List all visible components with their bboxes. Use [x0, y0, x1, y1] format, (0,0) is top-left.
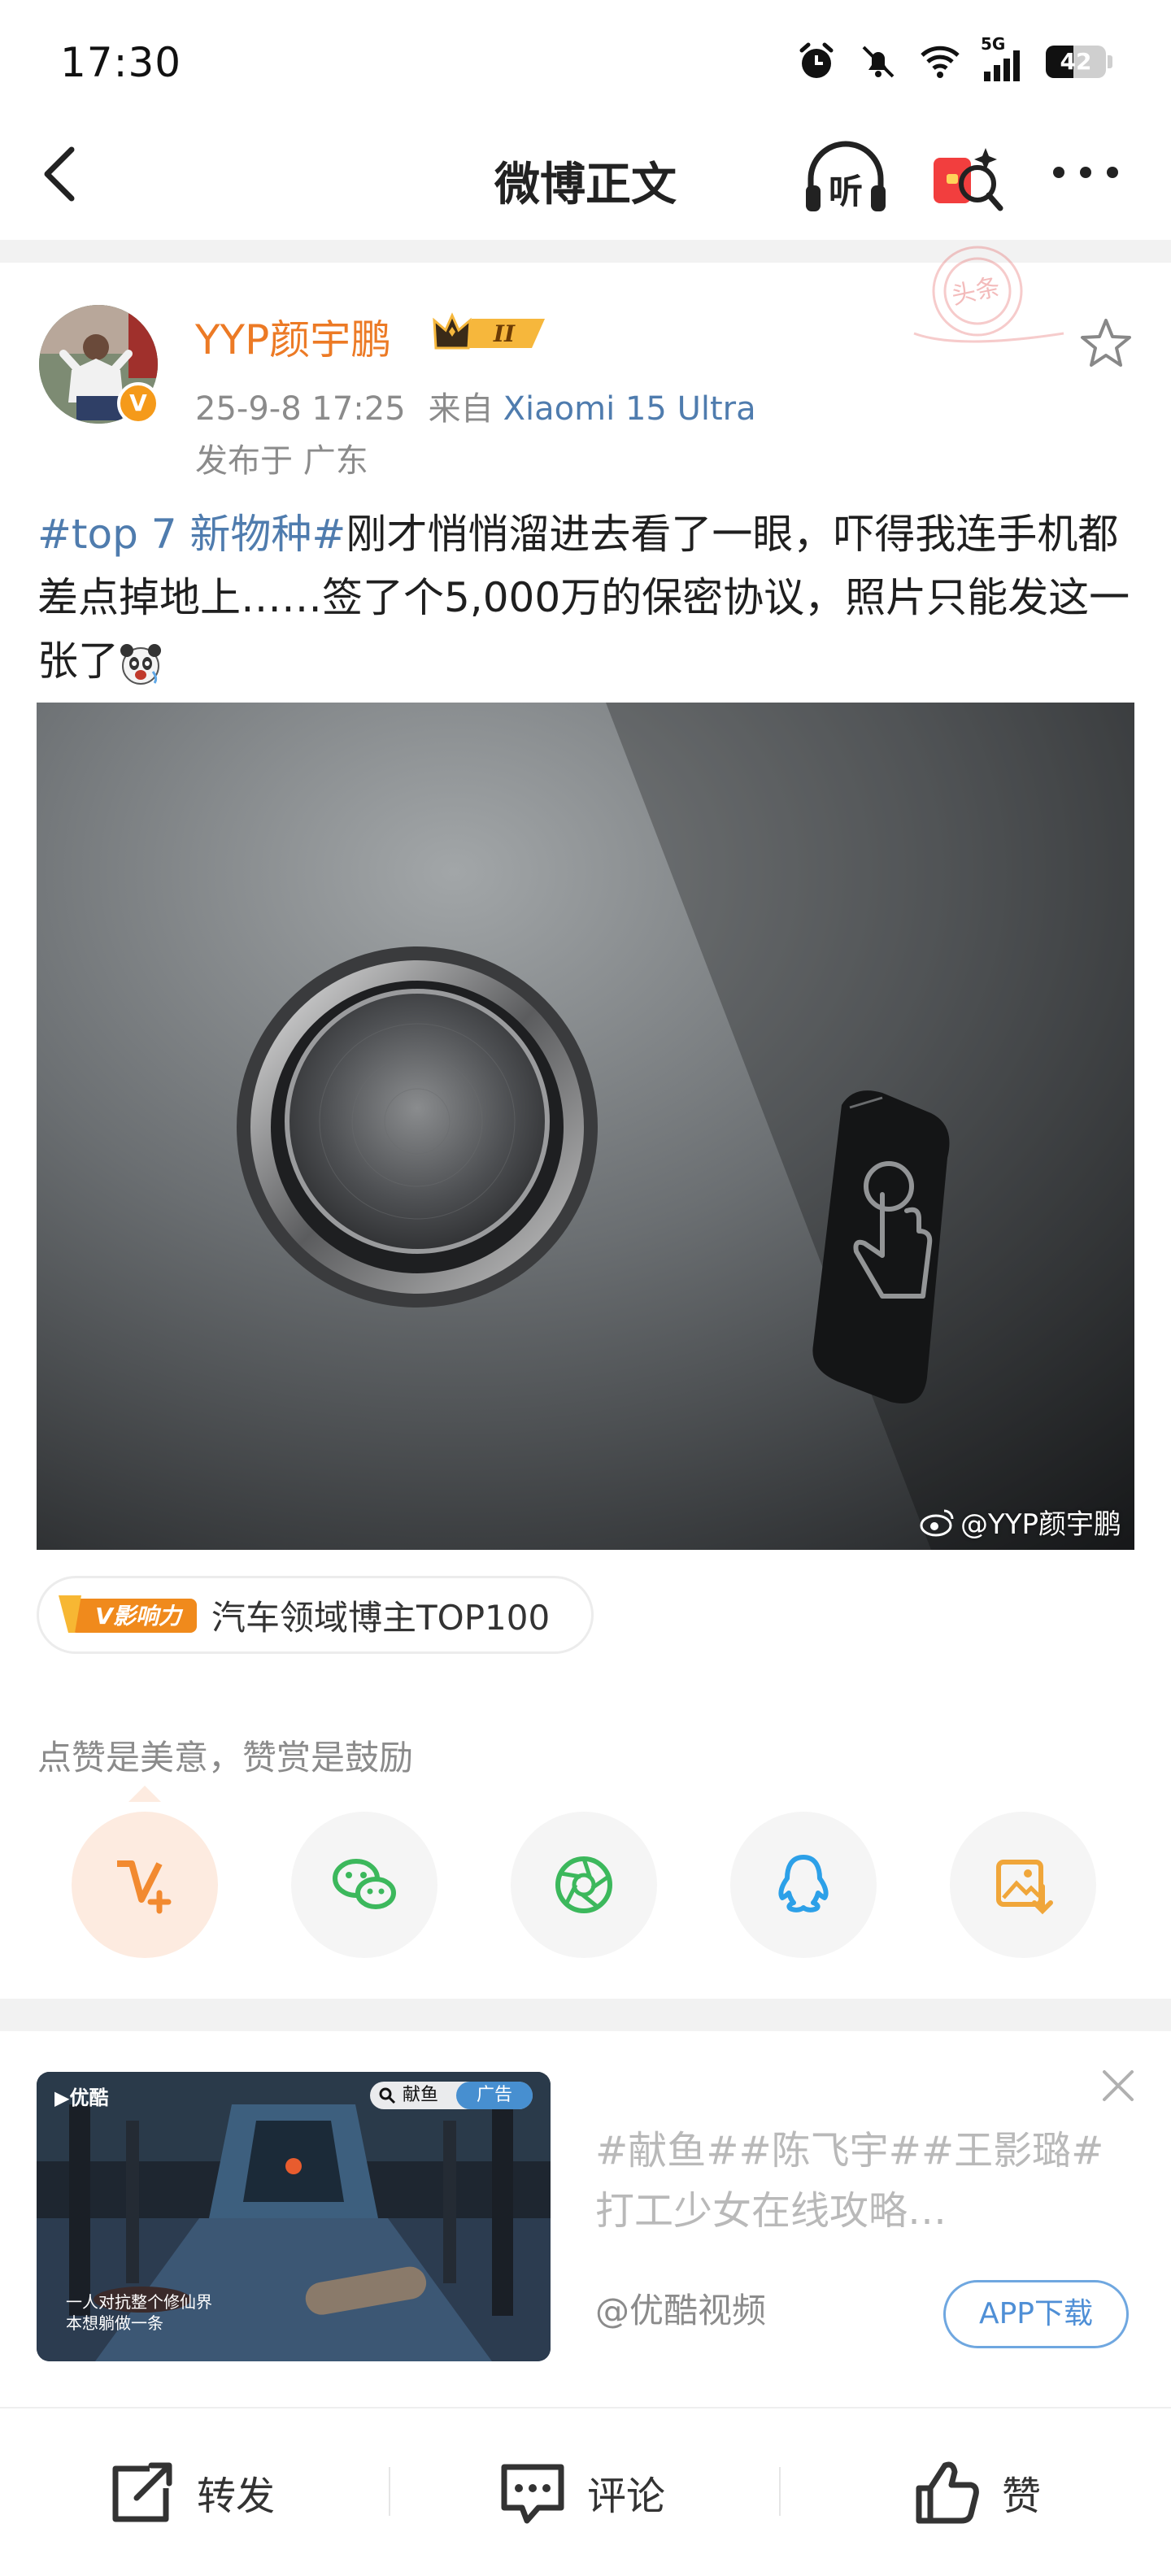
- qq-icon: [778, 1855, 829, 1912]
- repost-label: 转发: [197, 2474, 276, 2519]
- headline-stamp-icon: 头条: [913, 246, 1064, 343]
- status-time: 17:30: [60, 39, 182, 86]
- scared-panda-emoji-icon: [120, 643, 161, 685]
- divider: [0, 1999, 1171, 2031]
- ad-label: 广告: [456, 2082, 533, 2109]
- app-download-button[interactable]: APP下载: [943, 2280, 1129, 2348]
- favorite-star-icon[interactable]: [1077, 315, 1134, 372]
- red-packet-icon[interactable]: [927, 137, 1005, 218]
- ad-search-box: 献鱼 广告: [370, 2082, 533, 2109]
- close-icon[interactable]: [1098, 2065, 1138, 2106]
- ad-card[interactable]: ▶优酷 献鱼 广告 一人对抗整个修仙界 本想躺做一条 #献鱼##陈飞宇##王影璐…: [0, 2031, 1171, 2405]
- status-bar: 17:30 5G 42: [0, 0, 1171, 122]
- save-image-icon: [996, 1860, 1053, 1915]
- ad-search-text: 献鱼: [403, 2085, 439, 2105]
- member-level: II: [493, 320, 516, 347]
- repost-icon: [112, 2462, 172, 2522]
- battery-icon: 42: [1046, 46, 1112, 78]
- battery-level: 42: [1060, 48, 1092, 75]
- moments-icon: [555, 1856, 612, 1913]
- youku-logo: ▶优酷: [54, 2086, 109, 2109]
- influence-label: 汽车领域博主TOP100: [211, 1597, 551, 1638]
- post-date: 25-9-8 17:25: [195, 390, 406, 428]
- post-hashtag[interactable]: #top 7 新物种#: [37, 511, 346, 558]
- share-moments-button[interactable]: [511, 1812, 657, 1958]
- comment-button[interactable]: 评论: [498, 2457, 665, 2527]
- listen-label: 听: [829, 172, 863, 211]
- network-label: 5G: [981, 34, 1006, 54]
- share-row: [0, 1812, 1171, 1966]
- status-icons: 5G 42: [795, 34, 1112, 83]
- signal-icon: 5G: [981, 34, 1026, 83]
- mute-icon: [862, 46, 895, 78]
- thumbs-up-icon: [916, 2461, 979, 2524]
- ad-caption: 一人对抗整个修仙界 本想躺做一条: [66, 2292, 212, 2333]
- nav-bar: 微博正文 听: [0, 122, 1171, 236]
- watermark-text: @YYP颜宇鹏: [960, 1508, 1121, 1541]
- listen-icon[interactable]: 听: [801, 140, 890, 218]
- save-image-button[interactable]: [950, 1812, 1096, 1958]
- reward-icon: [117, 1860, 172, 1914]
- bottom-action-bar: 转发 评论 赞: [0, 2407, 1171, 2576]
- verified-badge: V: [117, 382, 159, 424]
- post-location: 发布于 广东: [195, 442, 368, 480]
- device-source[interactable]: Xiaomi 15 Ultra: [503, 390, 756, 428]
- photo-watermark: @YYP颜宇鹏: [920, 1502, 1121, 1542]
- comment-label: 评论: [587, 2474, 666, 2519]
- from-label: 来自: [428, 390, 494, 428]
- wifi-icon: [921, 46, 960, 78]
- influence-logo-text: V影响力: [95, 1603, 184, 1630]
- member-crown-icon[interactable]: II: [431, 311, 553, 356]
- stamp-text: 头条: [949, 272, 1003, 311]
- influence-tag[interactable]: V影响力 汽车领域博主TOP100: [37, 1576, 594, 1654]
- weibo-logo-icon: [920, 1509, 954, 1536]
- post-content: #top 7 新物种#刚才悄悄溜进去看了一眼，吓得我连手机都差点掉地上……签了个…: [37, 503, 1135, 693]
- wechat-icon: [333, 1859, 396, 1909]
- share-qq-button[interactable]: [730, 1812, 877, 1958]
- ad-source[interactable]: @优酷视频: [595, 2283, 766, 2333]
- share-wechat-button[interactable]: [291, 1812, 437, 1958]
- tooltip-pointer: [128, 1786, 161, 1802]
- like-hint: 点赞是美意，赞赏是鼓励: [37, 1738, 414, 1778]
- ad-title[interactable]: #献鱼##陈飞宇##王影璐#打工少女在线攻略…: [595, 2121, 1124, 2241]
- comment-icon: [501, 2464, 564, 2524]
- username[interactable]: YYP颜宇鹏: [195, 307, 391, 366]
- search-icon: [379, 2087, 396, 2104]
- more-icon[interactable]: [1049, 156, 1122, 189]
- post-meta: 25-9-8 17:25 来自 Xiaomi 15 Ultra: [195, 382, 756, 429]
- reward-button[interactable]: [72, 1812, 218, 1958]
- alarm-icon: [799, 42, 834, 78]
- ad-image[interactable]: ▶优酷 献鱼 广告 一人对抗整个修仙界 本想躺做一条: [37, 2072, 551, 2361]
- influence-logo-icon: V影响力: [59, 1595, 197, 1633]
- post-photo[interactable]: @YYP颜宇鹏: [37, 703, 1134, 1550]
- repost-button[interactable]: 转发: [107, 2457, 275, 2527]
- like-button[interactable]: 赞: [912, 2457, 1041, 2527]
- like-label: 赞: [1002, 2474, 1042, 2519]
